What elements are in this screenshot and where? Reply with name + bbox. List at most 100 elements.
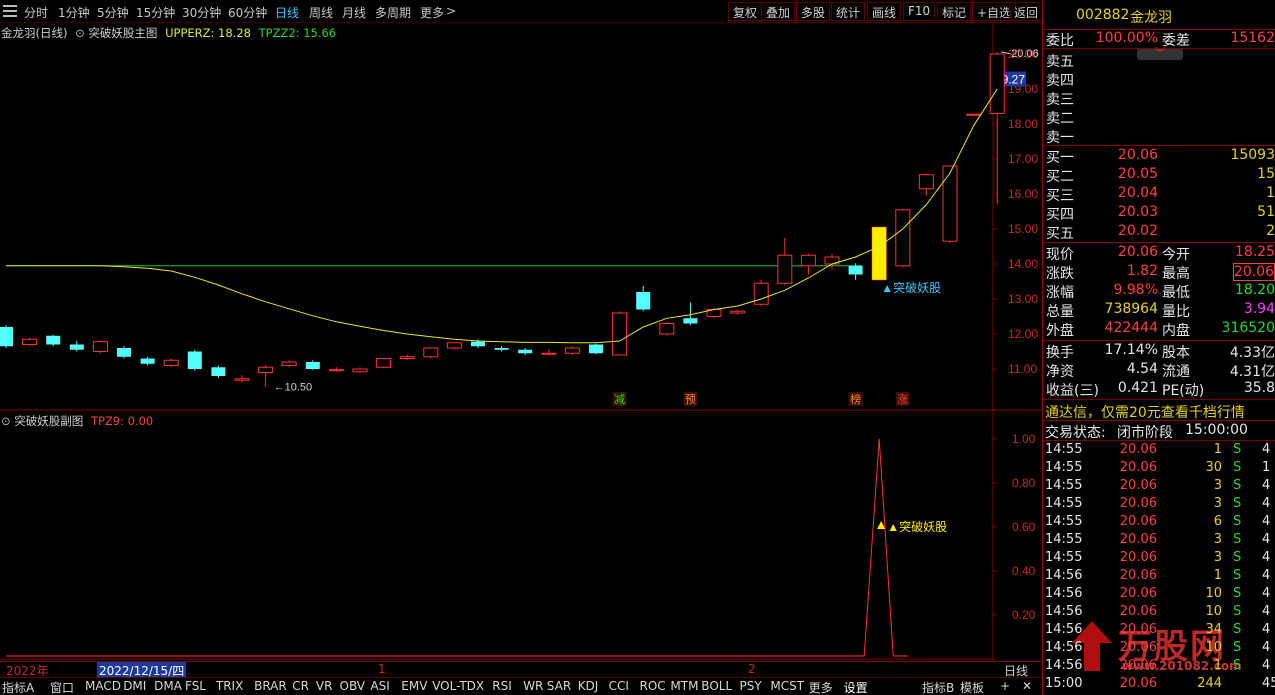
candle[interactable] (328, 367, 344, 372)
candle[interactable] (446, 341, 462, 350)
indicator-tab-trix[interactable]: TRIX (216, 679, 243, 693)
indicator-tab-roc[interactable]: ROC (640, 679, 666, 693)
candle[interactable] (92, 340, 108, 354)
candle[interactable] (942, 165, 958, 243)
indicator-tab-更多[interactable]: 更多 (809, 679, 833, 695)
indicator-tab-mtm[interactable]: MTM (670, 679, 698, 693)
candle[interactable] (636, 285, 651, 312)
finance-label: PE(动) (1162, 383, 1205, 399)
candle[interactable] (352, 367, 368, 373)
indicator-tab-asi[interactable]: ASI (370, 679, 389, 693)
period-tab-60min[interactable]: 60分钟 (228, 4, 267, 21)
period-tab-weekly[interactable]: 周线 (309, 4, 333, 21)
candle[interactable] (423, 347, 439, 359)
indicator-tab-mcst[interactable]: MCST (770, 679, 804, 693)
draw-line-button[interactable]: 画线 (867, 2, 902, 21)
back-button[interactable]: 返回 (1009, 2, 1044, 21)
high-price-label: 20.06 (1011, 48, 1039, 60)
collapse-chevron-icon[interactable]: ︾ (1137, 48, 1183, 60)
candle[interactable] (918, 173, 934, 196)
candle[interactable] (234, 375, 250, 383)
statistics-button[interactable]: 统计 (831, 2, 866, 21)
indicator-tab-rsi[interactable]: RSI (492, 679, 512, 693)
indicator-tab-vol-tdx[interactable]: VOL-TDX (432, 679, 484, 693)
candle[interactable] (848, 263, 863, 280)
candle[interactable] (140, 356, 155, 366)
candle[interactable] (612, 311, 628, 356)
candle[interactable] (541, 349, 557, 356)
indicator-tab-vr[interactable]: VR (316, 679, 333, 693)
f10-button[interactable]: F10 (903, 2, 936, 21)
tick-volume: 244 (1197, 676, 1222, 691)
close-icon[interactable]: ✕ (1022, 679, 1032, 693)
indicator-tab-psy[interactable]: PSY (740, 679, 762, 693)
candle[interactable] (659, 321, 675, 336)
period-tab-30min[interactable]: 30分钟 (182, 4, 221, 21)
candle[interactable] (730, 309, 746, 315)
menu-icon[interactable] (3, 5, 17, 17)
candle[interactable] (399, 355, 415, 361)
period-tab-multi[interactable]: 多周期 (375, 4, 411, 21)
candle[interactable] (211, 365, 226, 378)
period-tab-monthly[interactable]: 月线 (342, 4, 366, 21)
add-tab-icon[interactable]: + (1000, 679, 1010, 693)
candle[interactable] (589, 343, 603, 355)
candle[interactable] (46, 334, 61, 347)
candle[interactable] (117, 346, 131, 359)
candle[interactable] (0, 325, 13, 348)
indicator-tab-设置[interactable]: 设置 (844, 679, 868, 695)
promo-link[interactable]: 通达信，仅需20元查看千档行情 (1045, 402, 1245, 421)
indicator-tab-cci[interactable]: CCI (609, 679, 629, 693)
candle-body (22, 338, 38, 345)
period-tab-fenshi[interactable]: 分时 (24, 4, 48, 21)
candle[interactable] (376, 357, 392, 369)
period-tab-1min[interactable]: 1分钟 (58, 4, 90, 21)
indicator-tab-指标a[interactable]: 指标A (2, 679, 34, 695)
indicator-tab-sar[interactable]: SAR (547, 679, 571, 693)
candle[interactable] (989, 51, 1005, 205)
overlay-button[interactable]: 叠加 (761, 2, 796, 21)
sub-axis-label: 0.60 (1012, 520, 1036, 534)
candle[interactable] (518, 348, 533, 355)
tick-time: 14:56 (1045, 604, 1083, 619)
period-tab-15min[interactable]: 15分钟 (136, 4, 175, 21)
indicator-tab-emv[interactable]: EMV (401, 679, 427, 693)
candle[interactable] (564, 346, 580, 355)
indicator-tab-obv[interactable]: OBV (340, 679, 366, 693)
candle[interactable] (494, 346, 509, 352)
multi-stock-button[interactable]: 多股 (796, 2, 831, 21)
candle[interactable] (895, 208, 911, 268)
candle[interactable] (305, 360, 320, 370)
candle[interactable] (753, 279, 769, 306)
candle[interactable] (777, 237, 793, 285)
candle[interactable] (22, 337, 38, 347)
indicator-tab-b[interactable]: 指标B (922, 679, 954, 695)
period-tab-daily[interactable]: 日线 (275, 4, 299, 21)
candle[interactable] (281, 360, 297, 368)
chevron-right-icon[interactable]: > (446, 4, 456, 18)
candle[interactable] (187, 349, 202, 371)
indicator-tab-wr[interactable]: WR (523, 679, 543, 693)
indicator-tab-dmi[interactable]: DMI (123, 679, 146, 693)
mark-button[interactable]: 标记 (937, 2, 972, 21)
candle[interactable] (69, 341, 84, 352)
candle[interactable] (800, 253, 816, 275)
period-tab-5min[interactable]: 5分钟 (97, 4, 129, 21)
period-tab-more[interactable]: 更多 (420, 4, 444, 21)
indicator-tab-boll[interactable]: BOLL (701, 679, 732, 693)
candle[interactable] (966, 113, 982, 116)
template-tab[interactable]: 模板 (960, 679, 984, 695)
indicator-tab-窗口[interactable]: 窗口 (50, 679, 74, 695)
tick-volume: 30 (1205, 460, 1222, 475)
fuquan-button[interactable]: 复权 (728, 2, 763, 21)
indicator-tab-fsl[interactable]: FSL (185, 679, 206, 693)
indicator-tab-macd[interactable]: MACD (85, 679, 121, 693)
indicator-tab-brar[interactable]: BRAR (254, 679, 287, 693)
candle[interactable] (163, 358, 179, 368)
buy-level-volume: 15093 (1230, 147, 1275, 163)
kline-chart[interactable]: 20.0019.0018.0017.0016.0015.0014.0013.00… (0, 22, 1042, 677)
indicator-tab-dma[interactable]: DMA (154, 679, 182, 693)
indicator-tab-cr[interactable]: CR (292, 679, 309, 693)
indicator-tab-kdj[interactable]: KDJ (578, 679, 599, 693)
candle[interactable] (258, 364, 274, 387)
